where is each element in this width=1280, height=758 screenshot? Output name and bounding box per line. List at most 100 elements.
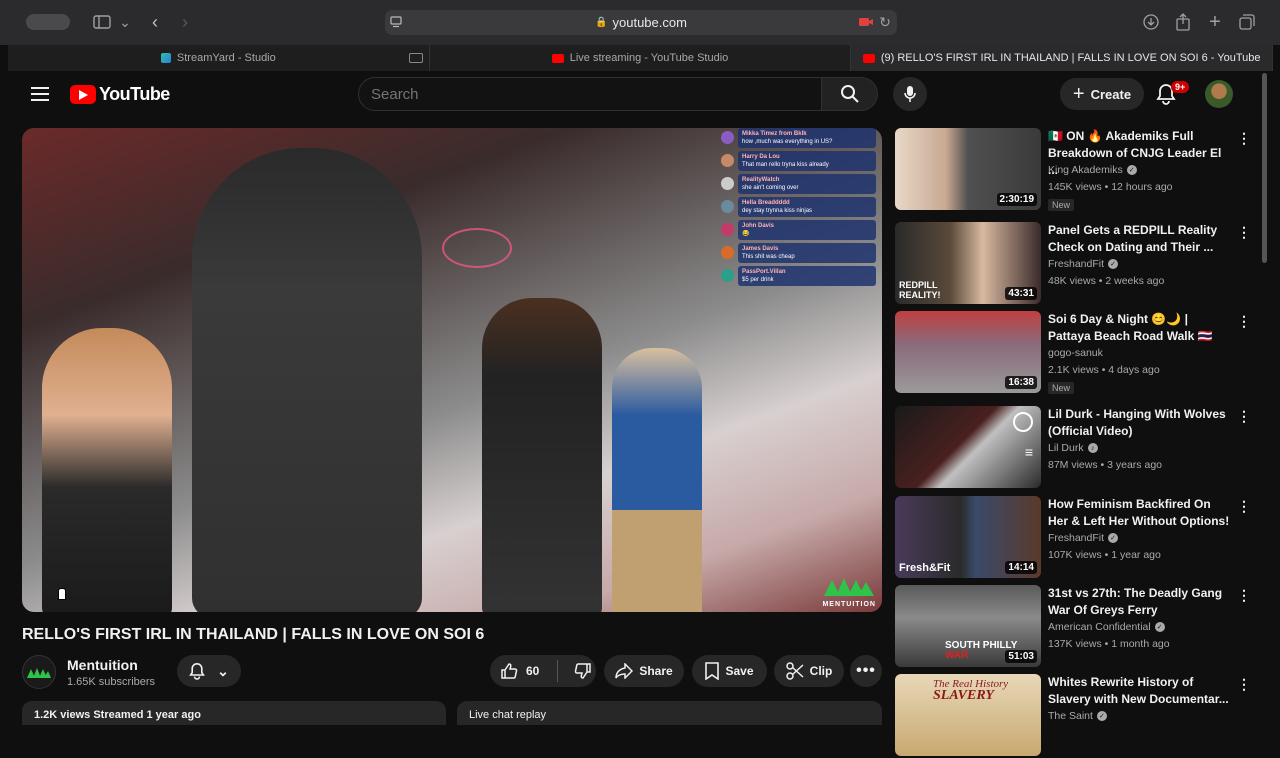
share-button[interactable]: Share [604,655,684,687]
video-thumbnail[interactable]: 16:38 [895,311,1041,393]
camera-indicator-icon[interactable] [858,15,874,29]
channel-label: FreshandFit [1048,258,1105,270]
clip-label: Clip [809,664,833,678]
tab-label: Live streaming - YouTube Studio [569,52,729,64]
chat-text: This shit was cheap [742,254,795,260]
window-controls[interactable] [26,14,70,30]
channel-avatar[interactable] [22,655,56,689]
video-duration: 43:31 [1005,287,1037,300]
chat-username: Harry Da Lou [742,154,780,160]
more-actions-button[interactable]: ••• [850,655,882,687]
page-menu-icon[interactable] [389,15,403,29]
menu-icon[interactable] [30,85,50,103]
video-title[interactable]: Soi 6 Day & Night 😊🌙 | Pattaya Beach Roa… [1048,311,1233,345]
person-blue-shirt [612,348,702,612]
more-vertical-icon[interactable]: ⋮ [1237,587,1251,604]
more-vertical-icon[interactable]: ⋮ [1237,498,1251,515]
recommendation-item[interactable]: ≡ Lil Durk - Hanging With Wolves (Offici… [895,406,1255,490]
chat-avatar [721,269,734,282]
channel-name[interactable]: King Akademiks ✓ [1048,164,1137,176]
channel-name[interactable]: Lil Durk ♪ [1048,442,1098,454]
youtube-logo[interactable]: YouTube [70,84,170,105]
video-title[interactable]: 31st vs 27th: The Deadly Gang War Of Gre… [1048,585,1233,619]
search-button[interactable] [822,77,878,111]
add-to-queue-icon[interactable]: ≡ [1025,444,1033,460]
recommendation-item[interactable]: REDPILL REALITY! 43:31 Panel Gets a REDPI… [895,222,1255,306]
recommendation-item[interactable]: SOUTH PHILLY WAR 51:03 31st vs 27th: The … [895,585,1255,669]
tab-youtube-video[interactable]: (9) RELLO'S FIRST IRL IN THAILAND | FALL… [851,45,1274,71]
search-input[interactable] [358,77,822,111]
person-dreadlocks [192,148,422,612]
chat-username: Hella Breaddddd [742,200,790,206]
tab-youtube-studio[interactable]: Live streaming - YouTube Studio [430,45,852,71]
description-box[interactable]: 1.2K views Streamed 1 year ago [22,701,446,725]
more-vertical-icon[interactable]: ⋮ [1237,130,1251,147]
chat-text: 😂 [742,231,750,237]
channel-name[interactable]: Mentuition [67,657,138,673]
upload-age: 1 month ago [1111,638,1170,650]
video-thumbnail[interactable]: ≡ [895,406,1041,488]
address-bar[interactable]: 🔒 youtube.com [385,10,897,35]
share-icon[interactable] [1174,12,1192,32]
more-vertical-icon[interactable]: ⋮ [1237,224,1251,241]
channel-name[interactable]: FreshandFit ✓ [1048,532,1119,544]
thumbs-down-icon[interactable] [574,662,592,680]
recommendation-item[interactable]: The Real History SLAVERY Whites Rewrite H… [895,674,1255,758]
save-button[interactable]: Save [692,655,767,687]
live-chat-replay-panel[interactable]: Live chat replay [457,701,882,725]
person-backpack [482,298,602,612]
video-title[interactable]: Lil Durk - Hanging With Wolves (Official… [1048,406,1233,440]
clip-button[interactable]: Clip [774,655,844,687]
tab-streamyard[interactable]: StreamYard - Studio [8,45,430,71]
video-thumbnail[interactable]: 2:30:19 [895,128,1041,210]
video-title[interactable]: How Feminism Backfired On Her & Left Her… [1048,496,1233,530]
reload-icon[interactable]: ↻ [877,14,893,30]
channel-name[interactable]: FreshandFit ✓ [1048,258,1119,270]
page-scrollbar[interactable] [1262,73,1267,263]
chat-text: $5 per drink [742,277,774,283]
channel-label: gogo-sanuk [1048,347,1103,359]
chat-username: RealityWatch [742,177,780,183]
more-vertical-icon[interactable]: ⋮ [1237,408,1251,425]
downloads-icon[interactable] [1142,13,1160,31]
video-title[interactable]: Panel Gets a REDPILL Reality Check on Da… [1048,222,1233,256]
video-title[interactable]: Whites Rewrite History of Slavery with N… [1048,674,1233,708]
subscriber-count: 1.65K subscribers [67,676,156,688]
search-icon [840,85,859,103]
like-button[interactable]: 60 [500,662,539,680]
back-icon[interactable]: ‹ [146,12,164,32]
like-dislike-group: 60 [490,655,596,687]
video-thumbnail[interactable]: Fresh&Fit 14:14 [895,496,1041,578]
new-tab-icon[interactable]: + [1206,11,1224,33]
more-vertical-icon[interactable]: ⋮ [1237,313,1251,330]
chat-avatar [721,154,734,167]
watch-later-icon[interactable] [1013,412,1033,432]
recommendation-item[interactable]: 16:38 Soi 6 Day & Night 😊🌙 | Pattaya Bea… [895,311,1255,395]
channel-name[interactable]: gogo-sanuk [1048,347,1103,359]
tab-label: (9) RELLO'S FIRST IRL IN THAILAND | FALL… [880,52,1261,64]
search-bar [358,77,878,111]
forward-icon[interactable]: › [176,12,194,32]
channel-watermark: MENTUITION [822,574,876,608]
account-avatar[interactable] [1205,80,1233,108]
sidebar-toggle-icon[interactable] [92,13,112,31]
recommendation-item[interactable]: 2:30:19 🇲🇽 ON 🔥 Akademiks Full Breakdown… [895,128,1255,212]
view-stats: 1.2K views Streamed 1 year ago [34,709,201,721]
tab-overview-icon[interactable] [1238,13,1256,31]
video-thumbnail[interactable]: REDPILL REALITY! 43:31 [895,222,1041,304]
chevron-down-icon[interactable]: ⌄ [118,13,132,31]
video-thumbnail[interactable]: SOUTH PHILLY WAR 51:03 [895,585,1041,667]
view-count: 145K views [1048,181,1102,193]
create-button[interactable]: + Create [1060,78,1144,110]
mentuition-logo-icon [824,578,875,596]
video-thumbnail[interactable]: The Real History SLAVERY [895,674,1041,756]
masthead: YouTube + Create 9+ [8,71,1273,117]
channel-name[interactable]: American Confidential ✓ [1048,621,1165,633]
more-vertical-icon[interactable]: ⋮ [1237,676,1251,693]
picture-in-picture-icon[interactable] [408,53,423,63]
subscription-bell-button[interactable]: ⌄ [177,655,241,687]
channel-name[interactable]: The Saint ✓ [1048,710,1107,722]
recommendation-item[interactable]: Fresh&Fit 14:14 How Feminism Backfired O… [895,496,1255,580]
voice-search-button[interactable] [893,77,927,111]
video-player[interactable]: Mikka Timez from Bklk how ,much was every… [22,128,882,612]
